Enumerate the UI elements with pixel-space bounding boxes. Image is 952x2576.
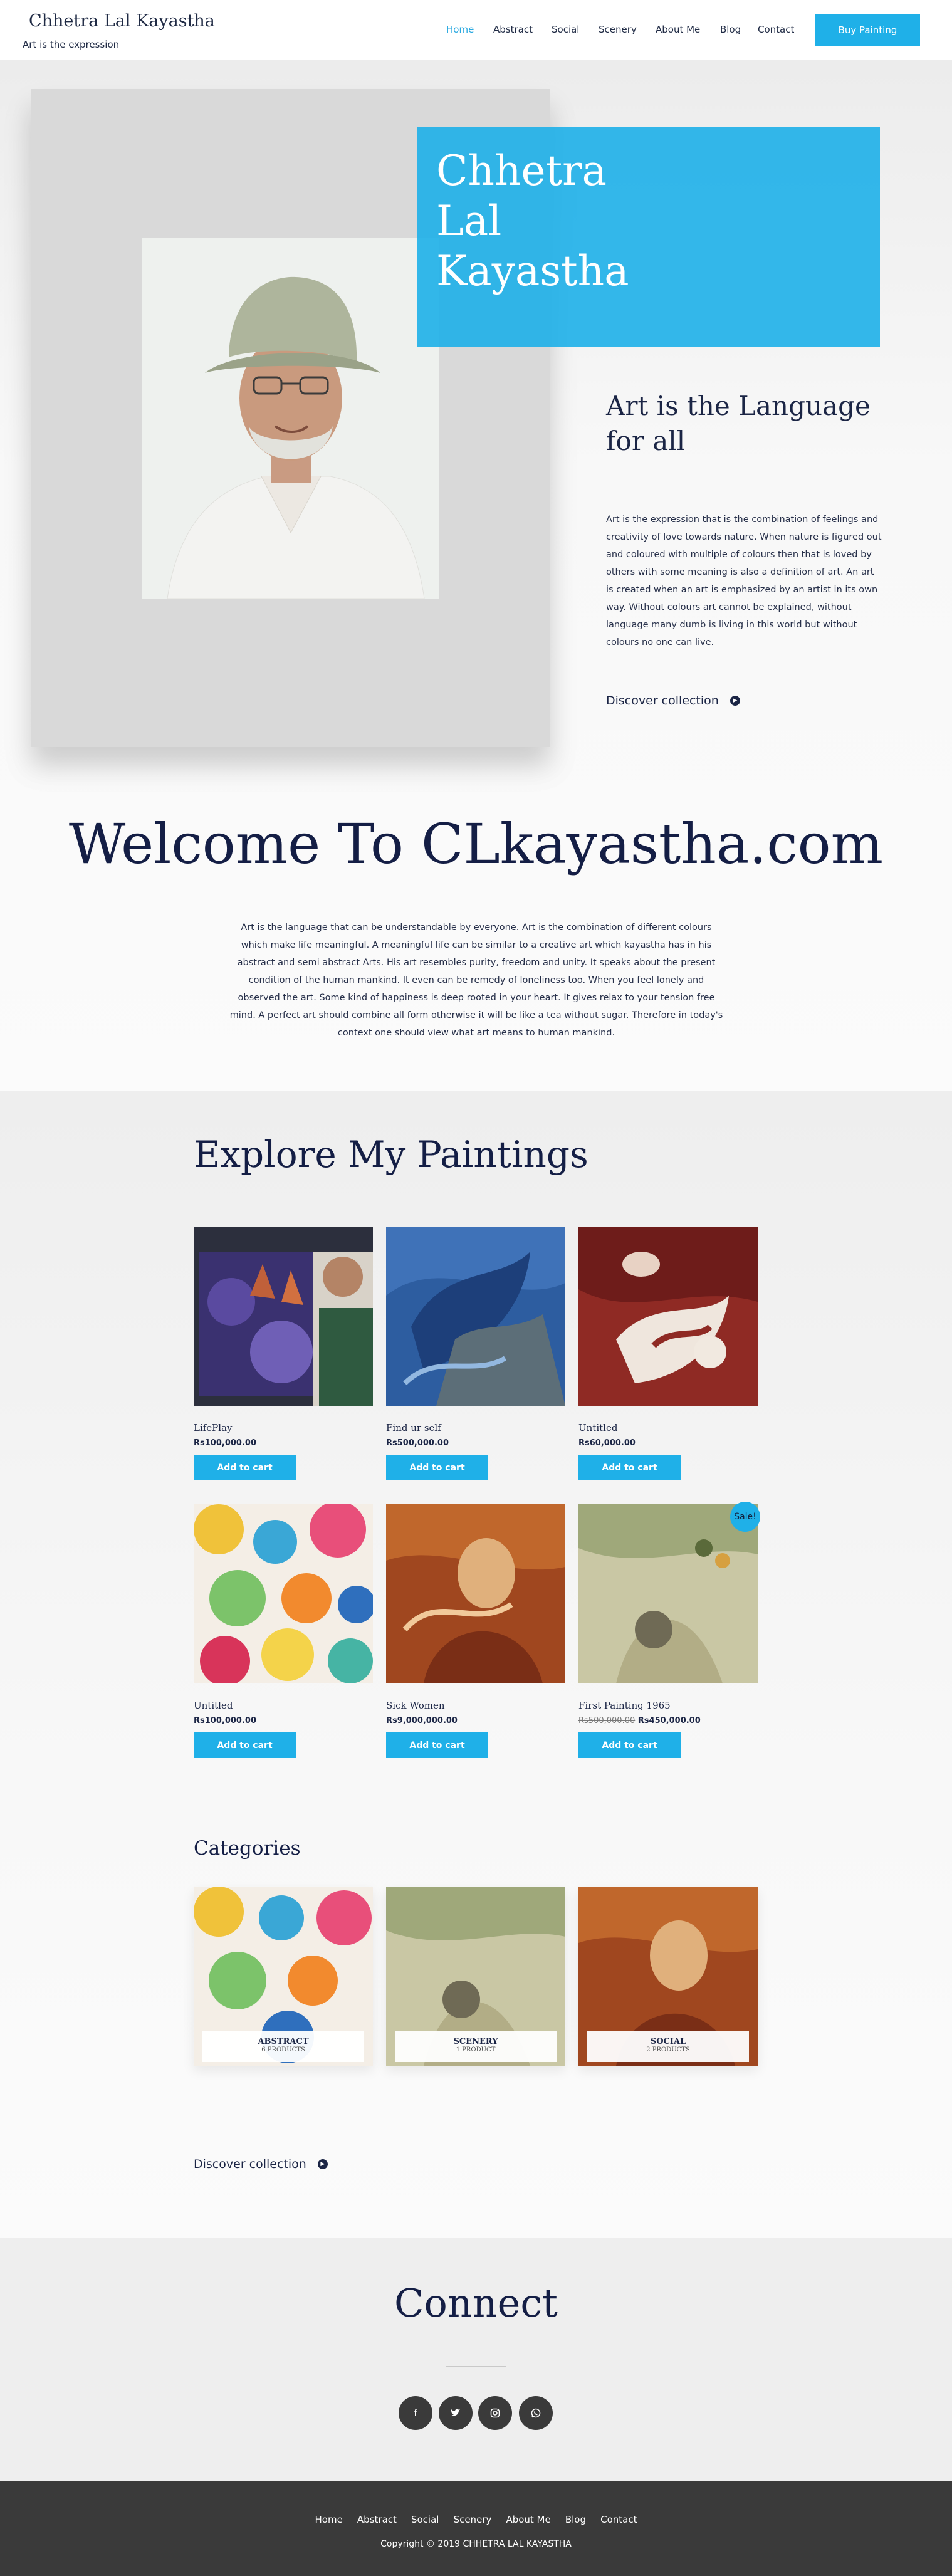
product-image-find-ur-self[interactable] <box>386 1227 565 1406</box>
site-header: Chhetra Lal Kayastha Art is the expressi… <box>0 0 952 61</box>
arrow-right-circle-icon: ▶ <box>317 2159 328 2169</box>
price-value: Rs9,000,000.00 <box>386 1716 458 1725</box>
nav-social[interactable]: Social <box>552 24 579 35</box>
sale-badge: Sale! <box>730 1502 760 1532</box>
categories-discover-label: Discover collection <box>194 2157 306 2171</box>
connect-divider <box>446 2366 506 2367</box>
hero-title-box: Chhetra Lal Kayastha <box>417 127 880 347</box>
category-count: 2 PRODUCTS <box>646 2046 690 2053</box>
site-footer: Home Abstract Social Scenery About Me Bl… <box>0 2481 952 2576</box>
hero-title: Chhetra Lal Kayastha <box>436 147 629 295</box>
twitter-bird-glyph <box>451 2409 460 2416</box>
footer-link-scenery[interactable]: Scenery <box>454 2514 492 2525</box>
twitter-icon[interactable] <box>439 2396 473 2430</box>
product-price: Rs100,000.00 <box>194 1438 256 1448</box>
product-price: Rs60,000.00 <box>578 1438 636 1448</box>
artist-portrait-graphic <box>142 238 439 599</box>
category-card-abstract[interactable]: ABSTRACT 6 PRODUCTS <box>194 1887 373 2066</box>
copyright-text: Copyright © 2019 CHHETRA LAL KAYASTHA <box>380 2539 572 2549</box>
nav-blog[interactable]: Blog <box>720 24 741 35</box>
categories-discover-link[interactable]: Discover collection ▶ <box>194 2155 328 2174</box>
category-name: SCENERY <box>453 2037 498 2046</box>
nav-abstract[interactable]: Abstract <box>493 24 533 35</box>
connect-title: Connect <box>394 2280 558 2326</box>
nav-contact[interactable]: Contact <box>758 24 794 35</box>
whatsapp-icon[interactable] <box>519 2396 553 2430</box>
nav-scenery[interactable]: Scenery <box>599 24 637 35</box>
product-image-untitled-1[interactable] <box>578 1227 758 1406</box>
site-title[interactable]: Chhetra Lal Kayastha <box>29 11 215 31</box>
category-label: SCENERY 1 PRODUCT <box>395 2031 557 2062</box>
price-value: Rs60,000.00 <box>578 1438 636 1448</box>
whatsapp-glyph <box>531 2408 541 2418</box>
footer-link-home[interactable]: Home <box>315 2514 343 2525</box>
buy-painting-button[interactable]: Buy Painting <box>815 14 920 46</box>
product-price: Rs100,000.00 <box>194 1716 256 1725</box>
footer-link-abstract[interactable]: Abstract <box>357 2514 397 2525</box>
category-name: ABSTRACT <box>258 2037 309 2046</box>
hero-discover-link[interactable]: Discover collection ▶ <box>606 691 740 710</box>
footer-link-about-me[interactable]: About Me <box>506 2514 550 2525</box>
product-image-lifeplay[interactable] <box>194 1227 373 1406</box>
product-name[interactable]: Untitled <box>578 1422 617 1433</box>
first-painting-graphic <box>578 1504 758 1683</box>
lifeplay-painting-graphic <box>194 1227 373 1406</box>
welcome-title: Welcome To CLkayastha.com <box>68 812 884 876</box>
category-label: SOCIAL 2 PRODUCTS <box>587 2031 749 2062</box>
product-image-first-painting-1965[interactable] <box>578 1504 758 1683</box>
footer-link-blog[interactable]: Blog <box>565 2514 586 2525</box>
add-to-cart-button[interactable]: Add to cart <box>386 1455 488 1480</box>
instagram-icon[interactable] <box>478 2396 512 2430</box>
price-value: Rs500,000.00 <box>386 1438 449 1448</box>
category-count: 6 PRODUCTS <box>261 2046 305 2053</box>
add-to-cart-button[interactable]: Add to cart <box>194 1455 296 1480</box>
nav-home[interactable]: Home <box>446 24 474 35</box>
connect-section <box>0 2238 952 2481</box>
price-value: Rs100,000.00 <box>194 1438 256 1448</box>
untitled-colorful-painting-graphic <box>194 1504 373 1683</box>
old-price: Rs500,000.00 <box>578 1716 636 1725</box>
hero-subtitle: Art is the Language for all <box>606 390 871 456</box>
sick-women-painting-graphic <box>386 1504 565 1683</box>
categories-title: Categories <box>194 1837 301 1860</box>
product-price: Rs9,000,000.00 <box>386 1716 458 1725</box>
welcome-body-text: Art is the language that can be understa… <box>229 923 723 1038</box>
facebook-icon[interactable]: f <box>399 2396 432 2430</box>
category-card-scenery[interactable]: SCENERY 1 PRODUCT <box>386 1887 565 2066</box>
add-to-cart-button[interactable]: Add to cart <box>578 1732 681 1758</box>
price-value: Rs100,000.00 <box>194 1716 256 1725</box>
product-name[interactable]: Untitled <box>194 1700 233 1711</box>
artist-portrait-image <box>142 238 439 599</box>
footer-link-social[interactable]: Social <box>411 2514 439 2525</box>
footer-nav: Home Abstract Social Scenery About Me Bl… <box>0 2513 952 2527</box>
instagram-glyph <box>490 2408 500 2418</box>
add-to-cart-button[interactable]: Add to cart <box>194 1732 296 1758</box>
product-price: Rs500,000.00 <box>386 1438 449 1448</box>
site-tagline: Art is the expression <box>23 39 120 50</box>
hero-body-text: Art is the expression that is the combin… <box>606 515 882 647</box>
footer-link-contact[interactable]: Contact <box>600 2514 637 2525</box>
product-image-untitled-2[interactable] <box>194 1504 373 1683</box>
product-name[interactable]: Find ur self <box>386 1422 441 1433</box>
hero-discover-label: Discover collection <box>606 694 719 708</box>
untitled-red-painting-graphic <box>578 1227 758 1406</box>
paintings-title: Explore My Paintings <box>194 1133 588 1176</box>
add-to-cart-button[interactable]: Add to cart <box>386 1732 488 1758</box>
category-card-social[interactable]: SOCIAL 2 PRODUCTS <box>578 1887 758 2066</box>
product-price: Rs500,000.00 Rs450,000.00 <box>578 1716 701 1725</box>
product-image-sick-women[interactable] <box>386 1504 565 1683</box>
arrow-right-circle-icon: ▶ <box>730 696 740 706</box>
category-count: 1 PRODUCT <box>456 2046 496 2053</box>
category-label: ABSTRACT 6 PRODUCTS <box>202 2031 364 2062</box>
price-value: Rs450,000.00 <box>637 1716 701 1725</box>
add-to-cart-button[interactable]: Add to cart <box>578 1455 681 1480</box>
find-ur-self-painting-graphic <box>386 1227 565 1406</box>
nav-about-me[interactable]: About Me <box>656 24 700 35</box>
product-name[interactable]: LifePlay <box>194 1422 233 1433</box>
category-name: SOCIAL <box>650 2037 686 2046</box>
product-name[interactable]: First Painting 1965 <box>578 1700 671 1711</box>
product-name[interactable]: Sick Women <box>386 1700 445 1711</box>
